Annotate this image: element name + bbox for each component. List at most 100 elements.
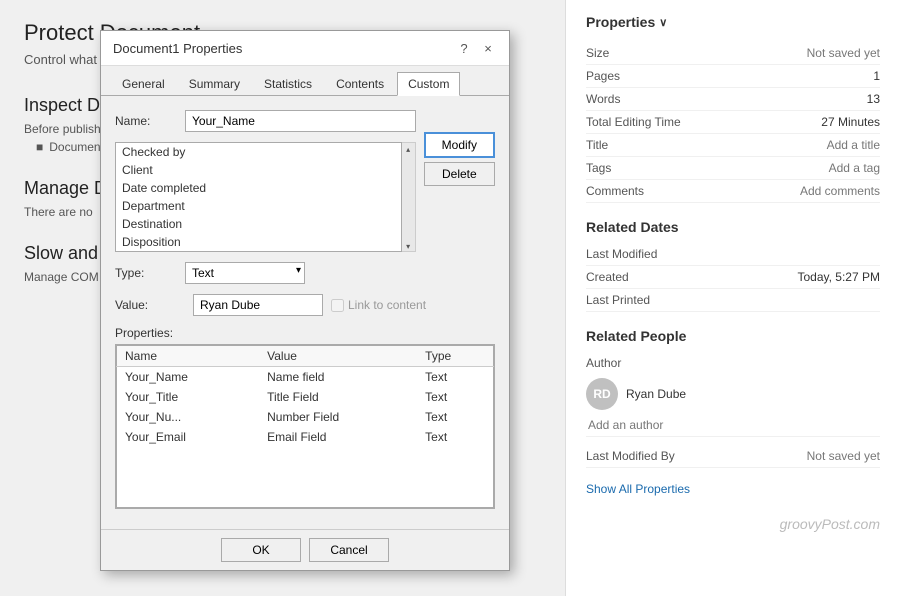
properties-label: Properties: [115, 326, 495, 340]
editing-time-label: Total Editing Time [586, 115, 696, 129]
delete-button[interactable]: Delete [424, 162, 495, 186]
row-type: Text [417, 407, 493, 427]
link-to-content-label: Link to content [331, 298, 426, 312]
name-buttons: Modify Delete [424, 110, 495, 252]
list-item[interactable]: Date completed [116, 179, 401, 197]
list-item[interactable]: Destination [116, 215, 401, 233]
value-input[interactable] [193, 294, 323, 316]
col-type-header: Type [417, 346, 493, 367]
type-select[interactable]: Text Date Number Yes or No [185, 262, 305, 284]
tab-general[interactable]: General [111, 72, 176, 95]
table-row[interactable]: Your_Email Email Field Text [117, 427, 494, 447]
row-name: Your_Email [117, 427, 260, 447]
name-label: Name: [115, 114, 185, 128]
bullet-icon: ■ [36, 140, 43, 154]
col-value-header: Value [259, 346, 417, 367]
size-label: Size [586, 46, 696, 60]
last-modified-by-value: Not saved yet [807, 449, 880, 463]
row-value: Email Field [259, 427, 417, 447]
watermark: groovyPost.com [586, 516, 880, 532]
dialog-help-button[interactable]: ? [455, 39, 473, 57]
related-dates-header: Related Dates [586, 219, 880, 235]
row-name: Your_Nu... [117, 407, 260, 427]
tags-label: Tags [586, 161, 696, 175]
row-type: Text [417, 427, 493, 447]
prop-last-printed: Last Printed [586, 289, 880, 312]
prop-author: Author RD Ryan Dube Add an author [586, 352, 880, 437]
props-table-section: Properties: Name Value Type Your [115, 326, 495, 509]
prop-words: Words 13 [586, 88, 880, 111]
row-value: Title Field [259, 387, 417, 407]
properties-header-text: Properties [586, 14, 655, 30]
cancel-button[interactable]: Cancel [309, 538, 389, 562]
pages-value: 1 [873, 69, 880, 83]
dialog-footer: OK Cancel [101, 529, 509, 570]
link-to-content-checkbox[interactable] [331, 299, 344, 312]
title-value: Add a title [827, 138, 880, 152]
tags-value: Add a tag [829, 161, 880, 175]
right-panel: Properties ∨ Size Not saved yet Pages 1 … [565, 0, 900, 596]
author-row: RD Ryan Dube [586, 378, 686, 410]
type-label: Type: [115, 266, 185, 280]
prop-pages: Pages 1 [586, 65, 880, 88]
dialog-controls: ? × [455, 39, 497, 57]
ok-button[interactable]: OK [221, 538, 301, 562]
table-row-empty [117, 447, 494, 507]
listbox-wrapper: Checked by Client Date completed Departm… [115, 142, 416, 252]
name-section: Name: Checked by Client Date completed D… [115, 110, 495, 252]
last-printed-label: Last Printed [586, 293, 696, 307]
dialog-close-button[interactable]: × [479, 39, 497, 57]
list-item[interactable]: Client [116, 161, 401, 179]
tab-custom[interactable]: Custom [397, 72, 460, 96]
table-row[interactable]: Your_Title Title Field Text [117, 387, 494, 407]
col-name-header: Name [117, 346, 260, 367]
list-item[interactable]: Disposition [116, 233, 401, 251]
prop-last-modified-by: Last Modified By Not saved yet [586, 445, 880, 468]
comments-label: Comments [586, 184, 696, 198]
tab-statistics[interactable]: Statistics [253, 72, 323, 95]
title-label: Title [586, 138, 696, 152]
row-name: Your_Title [117, 387, 260, 407]
type-select-wrapper: Text Date Number Yes or No [185, 262, 305, 284]
listbox-scrollbar[interactable]: ▴ ▾ [402, 142, 416, 252]
tabs-row: General Summary Statistics Contents Cust… [101, 66, 509, 96]
value-field-row: Value: Link to content [115, 294, 495, 316]
avatar-initials: RD [593, 387, 610, 401]
tab-contents[interactable]: Contents [325, 72, 395, 95]
properties-dialog: Document1 Properties ? × General Summary… [100, 30, 510, 571]
words-value: 13 [867, 92, 880, 106]
created-label: Created [586, 270, 696, 284]
avatar: RD [586, 378, 618, 410]
show-all-properties-link[interactable]: Show All Properties [586, 482, 880, 496]
prop-tags[interactable]: Tags Add a tag [586, 157, 880, 180]
pages-label: Pages [586, 69, 696, 83]
last-modified-by-label: Last Modified By [586, 449, 696, 463]
comments-value: Add comments [800, 184, 880, 198]
add-author-link[interactable]: Add an author [588, 418, 663, 432]
words-label: Words [586, 92, 696, 106]
created-value: Today, 5:27 PM [798, 270, 881, 284]
tab-summary[interactable]: Summary [178, 72, 251, 95]
name-listbox[interactable]: Checked by Client Date completed Departm… [115, 142, 402, 252]
related-dates-rows: Last Modified Created Today, 5:27 PM Las… [586, 243, 880, 312]
author-name: Ryan Dube [626, 387, 686, 401]
value-label: Value: [115, 298, 185, 312]
name-input[interactable] [185, 110, 416, 132]
properties-table: Name Value Type Your_Name Name field Tex… [116, 345, 494, 508]
list-item[interactable]: Checked by [116, 143, 401, 161]
prop-title[interactable]: Title Add a title [586, 134, 880, 157]
properties-panel-header: Properties ∨ [586, 14, 880, 30]
list-item[interactable]: Department [116, 197, 401, 215]
table-row[interactable]: Your_Name Name field Text [117, 367, 494, 388]
name-left: Name: Checked by Client Date completed D… [115, 110, 416, 252]
prop-comments[interactable]: Comments Add comments [586, 180, 880, 203]
row-name: Your_Name [117, 367, 260, 388]
table-row[interactable]: Your_Nu... Number Field Text [117, 407, 494, 427]
row-type: Text [417, 367, 493, 388]
prop-size: Size Not saved yet [586, 42, 880, 65]
dialog-title: Document1 Properties [113, 41, 242, 56]
modify-button[interactable]: Modify [424, 132, 495, 158]
properties-chevron-icon: ∨ [659, 16, 667, 29]
prop-created: Created Today, 5:27 PM [586, 266, 880, 289]
size-value: Not saved yet [807, 46, 880, 60]
